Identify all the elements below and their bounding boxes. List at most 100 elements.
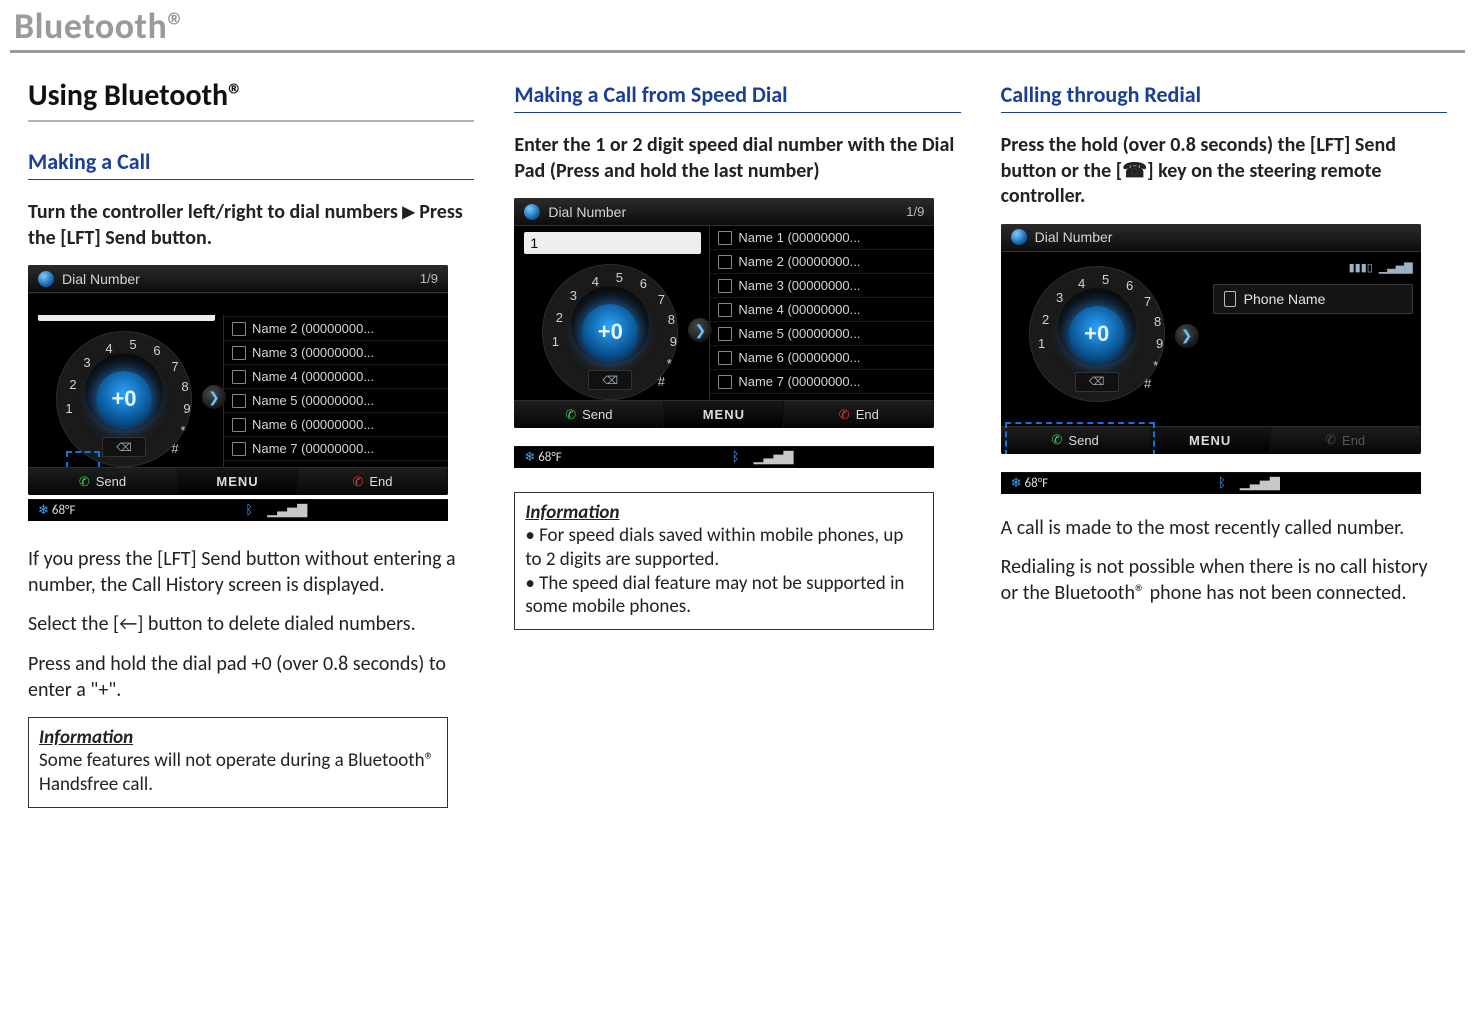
signal-icon: ▁▃▅▇ bbox=[754, 450, 794, 465]
list-item-label: Name 4 (00000000... bbox=[738, 302, 860, 317]
info-bullet-1: • For speed dials saved within mobile ph… bbox=[525, 524, 923, 572]
dial-4[interactable]: 4 bbox=[586, 274, 604, 289]
dial-1[interactable]: 1 bbox=[546, 334, 564, 349]
dial-center[interactable]: +0 bbox=[1069, 306, 1125, 362]
list-item[interactable]: Name 3 (00000000... bbox=[710, 274, 934, 298]
dial-pad[interactable]: +0 1 2 3 4 5 6 7 8 9 * # ⌫ bbox=[56, 331, 192, 467]
phone-send-icon: ✆ bbox=[1052, 432, 1063, 448]
screen1-contact-list[interactable]: Name 1 (00000000... Name 2 (00000000... … bbox=[223, 293, 448, 467]
dial-2[interactable]: 2 bbox=[1037, 312, 1055, 327]
dial-center[interactable]: +0 bbox=[96, 371, 152, 427]
infotainment-screen-2: Dial Number 1/9 1 +0 1 2 3 4 5 6 bbox=[514, 198, 934, 428]
signal-icon: ▁▃▅▇ bbox=[267, 503, 307, 518]
dial-5[interactable]: 5 bbox=[610, 270, 628, 285]
temperature: ❄ 68°F bbox=[524, 450, 561, 465]
info-text: Some features will not operate during a … bbox=[39, 749, 437, 797]
battery-signal-icons: ▮▮▮▯▁▃▅▇ bbox=[1349, 262, 1413, 274]
screen3-leftpane: +0 1 2 3 4 5 6 7 8 9 * # ⌫ ❯ bbox=[1001, 252, 1196, 426]
contact-icon bbox=[718, 327, 732, 341]
list-item[interactable]: Name 5 (00000000... bbox=[710, 322, 934, 346]
dial-3[interactable]: 3 bbox=[1051, 290, 1069, 305]
delete-button[interactable]: ⌫ bbox=[102, 437, 146, 457]
list-item[interactable]: Name 4 (00000000... bbox=[224, 365, 448, 389]
dial-7[interactable]: 7 bbox=[652, 292, 670, 307]
list-item[interactable]: Name 4 (00000000... bbox=[710, 298, 934, 322]
dial-6[interactable]: 6 bbox=[634, 276, 652, 291]
dial-5[interactable]: 5 bbox=[124, 337, 142, 352]
column-3: Calling through Redial Press the hold (o… bbox=[1001, 77, 1447, 808]
list-item-label: Name 2 (00000000... bbox=[252, 321, 374, 336]
temperature: ❄ 68°F bbox=[38, 503, 75, 518]
dial-2[interactable]: 2 bbox=[550, 310, 568, 325]
dial-pad[interactable]: +0 1 2 3 4 5 6 7 8 9 * # ⌫ bbox=[542, 264, 678, 400]
dial-7[interactable]: 7 bbox=[166, 359, 184, 374]
arrow-right-icon[interactable]: ❯ bbox=[202, 385, 226, 409]
contact-icon bbox=[718, 375, 732, 389]
dial-8[interactable]: 8 bbox=[1149, 314, 1167, 329]
para-call-history: If you press the [LFT] Send button witho… bbox=[28, 547, 474, 598]
dial-3[interactable]: 3 bbox=[78, 355, 96, 370]
arrow-right-icon[interactable]: ❯ bbox=[688, 318, 712, 342]
list-item[interactable]: Name 1 (00000000... bbox=[710, 226, 934, 250]
dial-5[interactable]: 5 bbox=[1097, 272, 1115, 287]
send-button[interactable]: ✆Send bbox=[514, 400, 664, 428]
info-box-col2: Information • For speed dials saved with… bbox=[514, 492, 934, 630]
phone-name-box[interactable]: Phone Name bbox=[1213, 284, 1413, 314]
list-item[interactable]: Name 2 (00000000... bbox=[710, 250, 934, 274]
phone-send-icon: ✆ bbox=[79, 474, 90, 490]
list-item[interactable]: Name 6 (00000000... bbox=[224, 413, 448, 437]
phone-end-icon: ✆ bbox=[839, 407, 850, 423]
contact-icon bbox=[718, 303, 732, 317]
subheading-making-a-call: Making a Call bbox=[28, 148, 474, 180]
dial-star[interactable]: * bbox=[660, 356, 678, 371]
list-item[interactable]: Name 3 (00000000... bbox=[224, 341, 448, 365]
send-button[interactable]: ✆Send bbox=[1001, 426, 1151, 454]
list-item[interactable]: Name 7 (00000000... bbox=[224, 437, 448, 461]
dial-7[interactable]: 7 bbox=[1139, 294, 1157, 309]
screen2-contact-list[interactable]: Name 1 (00000000... Name 2 (00000000... … bbox=[709, 226, 934, 400]
dial-3[interactable]: 3 bbox=[564, 288, 582, 303]
delete-button[interactable]: ⌫ bbox=[1075, 372, 1119, 392]
screen3-titlebar: Dial Number bbox=[1001, 224, 1421, 252]
send-button[interactable]: ✆Send bbox=[28, 467, 178, 495]
list-item[interactable]: Name 5 (00000000... bbox=[224, 389, 448, 413]
menu-button[interactable]: MENU bbox=[664, 400, 784, 428]
dial-1[interactable]: 1 bbox=[1033, 336, 1051, 351]
dial-9[interactable]: 9 bbox=[664, 334, 682, 349]
dial-4[interactable]: 4 bbox=[1073, 276, 1091, 291]
list-item[interactable]: Name 2 (00000000... bbox=[224, 317, 448, 341]
dial-8[interactable]: 8 bbox=[662, 312, 680, 327]
dial-6[interactable]: 6 bbox=[148, 343, 166, 358]
list-item-label: Name 1 (00000000... bbox=[738, 230, 860, 245]
bt-status-icon: ᛒ bbox=[245, 503, 253, 518]
dial-8[interactable]: 8 bbox=[176, 379, 194, 394]
end-button[interactable]: ✆ End bbox=[298, 467, 448, 495]
dial-1[interactable]: 1 bbox=[60, 401, 78, 416]
contact-icon bbox=[232, 346, 246, 360]
phone-end-icon: ✆ bbox=[352, 474, 363, 490]
delete-button[interactable]: ⌫ bbox=[588, 370, 632, 390]
dial-hash[interactable]: # bbox=[1139, 376, 1157, 391]
dial-star[interactable]: * bbox=[1147, 358, 1165, 373]
info-box-col1: Information Some features will not opera… bbox=[28, 717, 448, 808]
end-button[interactable]: ✆End bbox=[784, 400, 934, 428]
screen2-number-entry[interactable]: 1 bbox=[524, 232, 701, 254]
dial-2[interactable]: 2 bbox=[64, 377, 82, 392]
screen3-footer: ✆Send MENU ✆End bbox=[1001, 426, 1421, 454]
dial-hash[interactable]: # bbox=[652, 374, 670, 389]
dial-hash[interactable]: # bbox=[166, 441, 184, 456]
end-label: End bbox=[369, 474, 392, 489]
arrow-right-icon[interactable]: ❯ bbox=[1175, 324, 1199, 348]
dial-pad[interactable]: +0 1 2 3 4 5 6 7 8 9 * # ⌫ bbox=[1029, 266, 1165, 402]
list-item-label: Name 2 (00000000... bbox=[738, 254, 860, 269]
menu-button[interactable]: MENU bbox=[1151, 426, 1271, 454]
dial-6[interactable]: 6 bbox=[1121, 278, 1139, 293]
list-item[interactable]: Name 7 (00000000... bbox=[710, 370, 934, 394]
list-item[interactable]: Name 6 (00000000... bbox=[710, 346, 934, 370]
menu-button[interactable]: MENU bbox=[178, 467, 298, 495]
dial-star[interactable]: * bbox=[174, 423, 192, 438]
dial-9[interactable]: 9 bbox=[178, 401, 196, 416]
dial-4[interactable]: 4 bbox=[100, 341, 118, 356]
dial-9[interactable]: 9 bbox=[1151, 336, 1169, 351]
list-item-label: Name 3 (00000000... bbox=[252, 345, 374, 360]
